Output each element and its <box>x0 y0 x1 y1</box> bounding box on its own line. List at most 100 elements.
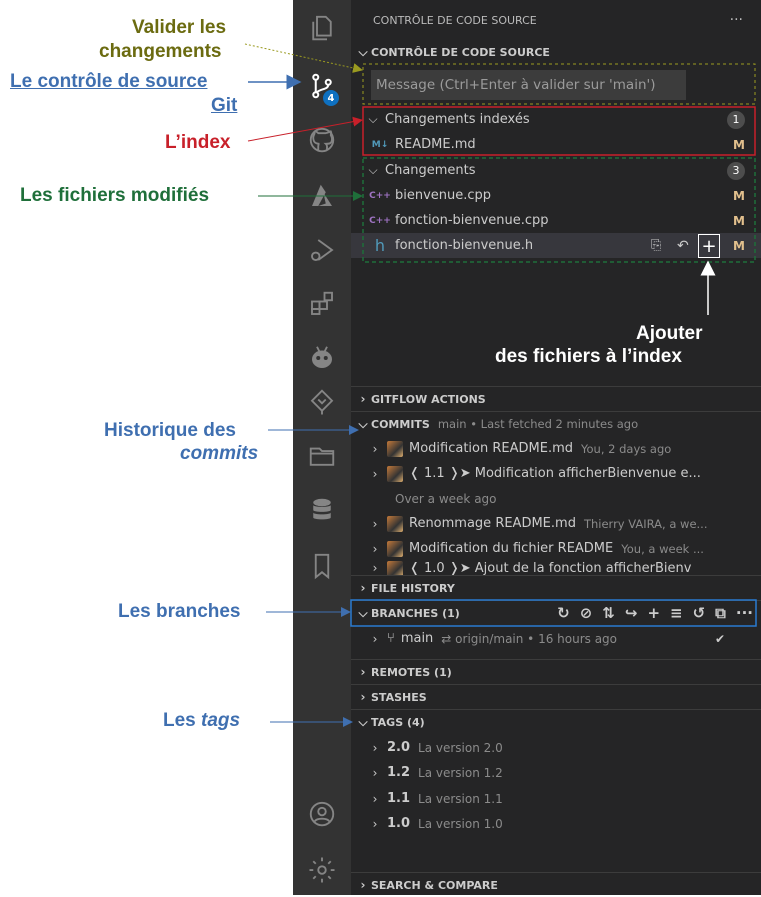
refresh-icon[interactable]: ↻ <box>557 604 570 622</box>
chevron-right-icon: › <box>360 581 366 595</box>
commit-message-input[interactable]: Message (Ctrl+Enter à valider sur 'main'… <box>371 70 686 100</box>
tag-row[interactable]: › 2.0 La version 2.0 <box>351 735 761 760</box>
section-commits-header[interactable]: ⌵ COMMITS main • Last fetched 2 minutes … <box>351 411 761 436</box>
section-branches-header[interactable]: ⌵ BRANCHES (1) ↻ ⊘ ⇅ ↪ + ≡ ↺ ⧉ ··· <box>351 600 761 625</box>
changes-count-badge: 3 <box>727 161 745 180</box>
run-debug-icon[interactable] <box>293 226 351 274</box>
commit-meta: Thierry VAIRA, a we... <box>583 516 708 531</box>
database-icon[interactable] <box>293 486 351 534</box>
tag-row[interactable]: › 1.1 La version 1.1 <box>351 786 761 811</box>
github-icon[interactable] <box>293 116 351 164</box>
chevron-right-icon: › <box>360 878 366 892</box>
tag-desc: La version 2.0 <box>418 740 503 755</box>
more-actions-icon[interactable]: ··· <box>730 12 743 28</box>
collapse-all-icon[interactable]: ⧉ <box>715 604 726 622</box>
discard-changes-icon[interactable]: ↶ <box>677 238 689 254</box>
changed-file-row[interactable]: C++ fonction-bienvenue.cpp M <box>351 208 761 233</box>
status-modified: M <box>733 137 745 152</box>
changes-label: Changements <box>385 163 476 178</box>
tag-desc: La version 1.2 <box>418 765 503 780</box>
changed-file-row[interactable]: C++ bienvenue.cpp M <box>351 183 761 208</box>
status-modified: M <box>733 188 745 203</box>
commit-group-label: Over a week ago <box>351 486 761 511</box>
annotation-modified-files: Les fichiers modifiés <box>20 185 210 206</box>
folder-icon[interactable] <box>293 432 351 480</box>
section-file-history-label: FILE HISTORY <box>371 581 455 595</box>
annotation-valider-line2: changements <box>99 41 222 62</box>
chevron-right-icon: › <box>372 791 378 806</box>
bookmark-icon[interactable] <box>293 542 351 590</box>
open-file-icon[interactable]: ⎘ <box>651 238 661 253</box>
reload-icon[interactable]: ↺ <box>693 604 706 622</box>
avatar <box>387 561 403 575</box>
changed-file-row-hovered[interactable]: h fonction-bienvenue.h ⎘ ↶ + M <box>351 233 761 258</box>
changes-header[interactable]: ⌵ Changements 3 <box>351 158 761 183</box>
commit-message: ❬ 1.0 ❭➤ Ajout de la fonction afficherBi… <box>409 561 692 575</box>
annotation-git-line2: Git <box>211 95 238 116</box>
chevron-right-icon: › <box>360 690 366 704</box>
section-scm-header[interactable]: ⌵ CONTRÔLE DE CODE SOURCE <box>351 40 761 65</box>
branches-toolbar: ↻ ⊘ ⇅ ↪ + ≡ ↺ ⧉ ··· <box>557 604 753 622</box>
commit-row[interactable]: › Modification du fichier README You, a … <box>351 536 761 561</box>
commit-message: ❬ 1.1 ❭➤ Modification afficherBienvenue … <box>409 466 701 481</box>
tag-desc: La version 1.1 <box>418 791 503 806</box>
section-gitflow-label: GITFLOW ACTIONS <box>371 392 486 406</box>
switch-branch-icon[interactable]: ↪ <box>625 604 638 622</box>
compare-icon[interactable]: ⊘ <box>580 604 593 622</box>
annotation-history-line1: Historique des <box>104 420 236 441</box>
platformio-icon[interactable] <box>293 334 351 382</box>
list-view-icon[interactable]: ≡ <box>670 604 683 622</box>
gitflow-tree-icon[interactable] <box>293 378 351 426</box>
tag-name: 1.1 <box>387 791 411 806</box>
extensions-icon[interactable] <box>293 280 351 328</box>
section-remotes-header[interactable]: › REMOTES (1) <box>351 659 761 684</box>
annotation-tags: Les tags <box>163 709 240 733</box>
commit-row-partial[interactable]: › ❬ 1.0 ❭➤ Ajout de la fonction afficher… <box>351 561 761 575</box>
section-branches-label: BRANCHES (1) <box>371 606 460 620</box>
annotation-tags-word: tags <box>201 710 241 731</box>
chevron-right-icon: › <box>372 740 378 755</box>
cpp-file-icon: C++ <box>369 215 391 226</box>
branch-icon: ⑂ <box>387 631 395 646</box>
commit-row[interactable]: › Renommage README.md Thierry VAIRA, a w… <box>351 511 761 536</box>
settings-gear-icon[interactable] <box>293 846 351 894</box>
chevron-down-icon: ⌵ <box>358 45 368 59</box>
annotation-history-line2: commits <box>180 443 259 464</box>
status-modified: M <box>733 238 745 253</box>
branch-row[interactable]: › ⑂ main ⇄ origin/main • 16 hours ago ✔ <box>351 626 761 651</box>
chevron-right-icon: › <box>372 631 378 646</box>
activity-bar: 4 <box>293 0 351 895</box>
annotation-add-line2: des fichiers à l’index <box>495 346 682 367</box>
explorer-icon[interactable] <box>293 4 351 52</box>
avatar <box>387 440 403 457</box>
more-icon[interactable]: ··· <box>736 604 753 622</box>
account-icon[interactable] <box>293 790 351 838</box>
section-stashes-header[interactable]: › STASHES <box>351 684 761 709</box>
section-tags-label: TAGS (4) <box>371 715 425 729</box>
chevron-right-icon: › <box>372 516 378 531</box>
commit-meta: You, 2 days ago <box>581 441 672 456</box>
annotation-tags-prefix: Les <box>163 710 196 731</box>
chevron-right-icon: › <box>372 561 378 575</box>
tag-row[interactable]: › 1.2 La version 1.2 <box>351 760 761 785</box>
annotation-index: L’index <box>165 132 231 153</box>
source-control-icon[interactable]: 4 <box>293 62 351 110</box>
chevron-right-icon: › <box>372 765 378 780</box>
section-file-history-header[interactable]: › FILE HISTORY <box>351 575 761 600</box>
staged-changes-header[interactable]: ⌵ Changements indexés 1 <box>351 107 761 132</box>
commit-row[interactable]: › ❬ 1.1 ❭➤ Modification afficherBienvenu… <box>351 461 761 486</box>
changed-file-name: fonction-bienvenue.cpp <box>395 213 549 228</box>
sort-icon[interactable]: ⇅ <box>602 604 615 622</box>
stage-changes-plus-icon[interactable]: + <box>698 234 720 258</box>
staged-file-row[interactable]: M↓ README.md M <box>351 132 761 157</box>
section-gitflow-header[interactable]: › GITFLOW ACTIONS <box>351 386 761 411</box>
chevron-right-icon: › <box>372 441 378 456</box>
section-tags-header[interactable]: ⌵ TAGS (4) <box>351 709 761 734</box>
section-search-compare-header[interactable]: › SEARCH & COMPARE <box>351 872 761 897</box>
chevron-right-icon: › <box>360 392 366 406</box>
commit-row[interactable]: › Modification README.md You, 2 days ago <box>351 436 761 461</box>
azure-icon[interactable] <box>293 172 351 220</box>
commit-group-text: Over a week ago <box>395 491 497 506</box>
tag-row[interactable]: › 1.0 La version 1.0 <box>351 811 761 836</box>
create-branch-icon[interactable]: + <box>647 604 660 622</box>
